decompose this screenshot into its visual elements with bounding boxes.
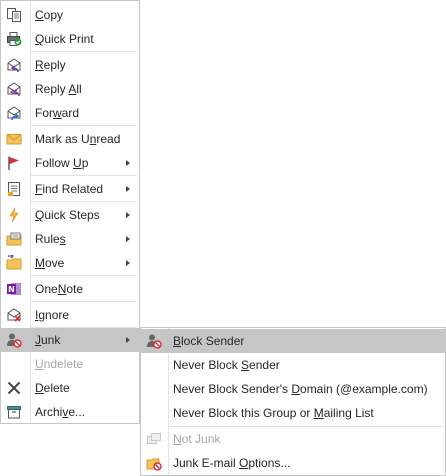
move-folder-icon [6, 255, 22, 271]
reply-all-icon [6, 81, 22, 97]
reply-icon [6, 57, 22, 73]
menu-item-label: Follow Up [35, 156, 89, 170]
junk-options-icon [146, 455, 162, 471]
menu-item-label: Ignore [35, 308, 70, 322]
block-sender-icon [146, 333, 162, 349]
menu-separator [31, 301, 137, 302]
menu-item-label: Rules [35, 232, 66, 246]
submenu-arrow-icon [126, 260, 130, 266]
submenu-item-never-block-sender[interactable]: Never Block Sender [141, 353, 445, 377]
menu-separator [31, 125, 137, 126]
archive-icon [6, 404, 22, 420]
menu-item-reply[interactable]: Reply [1, 53, 139, 77]
menu-item-follow-up[interactable]: Follow Up [1, 151, 139, 175]
menu-item-rules[interactable]: Rules [1, 227, 139, 251]
submenu-arrow-icon [126, 337, 130, 343]
not-junk-icon [146, 431, 162, 447]
menu-item-label: Mark as Unread [35, 132, 121, 146]
menu-item-label: Move [35, 256, 65, 270]
submenu-item-block-sender[interactable]: Block Sender [141, 329, 445, 353]
menu-item-label: Never Block Sender [173, 358, 280, 372]
menu-separator [31, 275, 137, 276]
menu-item-label: Not Junk [173, 432, 221, 446]
menu-item-mark-as-unread[interactable]: Mark as Unread [1, 127, 139, 151]
menu-item-undelete[interactable]: Undelete [1, 352, 139, 376]
menu-item-label: Junk E-mail Options... [173, 456, 291, 470]
delete-icon [6, 380, 22, 396]
menu-item-label: Forward [35, 106, 80, 120]
menu-item-quick-print[interactable]: Quick Print [1, 27, 139, 51]
menu-item-label: Copy [35, 8, 64, 22]
submenu-arrow-icon [126, 236, 130, 242]
undelete-icon [6, 356, 22, 372]
submenu-item-never-block-domain[interactable]: Never Block Sender's Domain (@example.co… [141, 377, 445, 401]
menu-separator [31, 201, 137, 202]
copy-icon [6, 7, 22, 23]
menu-item-forward[interactable]: Forward [1, 101, 139, 125]
submenu-arrow-icon [126, 212, 130, 218]
menu-item-label: Reply All [35, 82, 82, 96]
menu-item-reply-all[interactable]: Reply All [1, 77, 139, 101]
submenu-arrow-icon [126, 160, 130, 166]
submenu-arrow-icon [126, 186, 130, 192]
lightning-icon [6, 207, 22, 223]
envelope-icon [6, 131, 22, 147]
submenu-item-junk-email-options[interactable]: Junk E-mail Options... [141, 451, 445, 475]
menu-item-quick-steps[interactable]: Quick Steps [1, 203, 139, 227]
menu-item-label: Never Block this Group or Mailing List [173, 406, 374, 420]
junk-submenu: Block Sender Never Block Sender Never Bl… [140, 327, 446, 476]
menu-item-copy[interactable]: Copy [1, 3, 139, 27]
menu-item-archive[interactable]: Archive... [1, 400, 139, 424]
menu-item-label: Reply [35, 58, 66, 72]
menu-item-label: Undelete [35, 357, 84, 371]
menu-item-label: Quick Steps [35, 208, 100, 222]
menu-separator [31, 175, 137, 176]
menu-separator [31, 51, 137, 52]
menu-item-label: Archive... [35, 405, 86, 419]
menu-item-delete[interactable]: Delete [1, 376, 139, 400]
menu-item-label: Junk [35, 333, 61, 347]
menu-item-junk[interactable]: Junk [1, 328, 139, 352]
menu-item-label: Quick Print [35, 32, 94, 46]
svg-text:N: N [8, 285, 15, 294]
submenu-item-not-junk[interactable]: Not Junk [141, 427, 445, 451]
menu-item-find-related[interactable]: Find Related [1, 177, 139, 201]
menu-item-label: Block Sender [173, 334, 245, 348]
menu-item-label: Never Block Sender's Domain (@example.co… [173, 382, 428, 396]
printer-icon [6, 31, 22, 47]
flag-icon [6, 155, 22, 171]
rules-icon [6, 231, 22, 247]
forward-icon [6, 105, 22, 121]
ignore-icon [6, 307, 22, 323]
menu-item-ignore[interactable]: Ignore [1, 303, 139, 327]
find-related-icon [6, 181, 22, 197]
menu-item-move[interactable]: Move [1, 251, 139, 275]
onenote-icon: N [6, 281, 22, 297]
menu-item-label: Find Related [35, 182, 104, 196]
menu-item-onenote[interactable]: N OneNote [1, 277, 139, 301]
menu-item-label: Delete [35, 381, 70, 395]
junk-icon [6, 332, 22, 348]
menu-item-label: OneNote [35, 282, 84, 296]
submenu-item-never-block-group[interactable]: Never Block this Group or Mailing List [141, 401, 445, 425]
context-menu: Copy Quick Print Reply Reply All Forward [0, 0, 140, 424]
